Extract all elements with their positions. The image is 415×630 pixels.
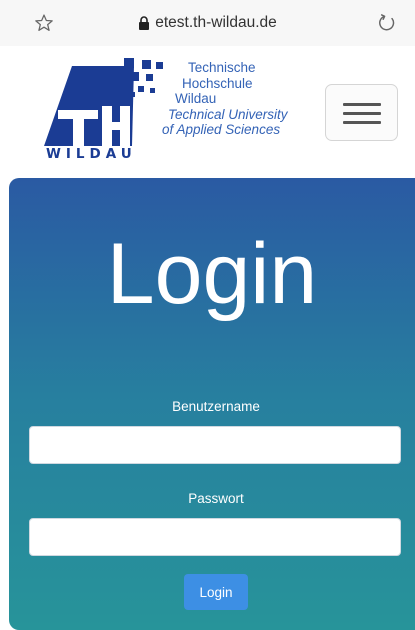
- login-button[interactable]: Login: [184, 574, 248, 610]
- logo-text: Technische Hochschule Wildau Technical U…: [162, 60, 322, 138]
- reload-icon[interactable]: [376, 12, 398, 34]
- menu-toggle-button[interactable]: [325, 84, 398, 141]
- site-header: WILDAU Technische Hochschule Wildau Tech…: [0, 46, 415, 178]
- username-field[interactable]: [29, 426, 401, 464]
- hamburger-icon-bar: [343, 112, 381, 115]
- username-label: Benutzername: [172, 399, 260, 414]
- logo-line: of Applied Sciences: [162, 122, 281, 137]
- logo-wordmark: WILDAU: [46, 146, 137, 162]
- browser-address-bar: etest.th-wildau.de: [0, 0, 415, 46]
- password-label: Passwort: [188, 491, 244, 506]
- lock-icon: [139, 16, 150, 30]
- url-field[interactable]: etest.th-wildau.de: [0, 13, 415, 33]
- password-field[interactable]: [29, 518, 401, 556]
- login-card: Login Benutzername Passwort Login: [9, 178, 415, 630]
- hamburger-icon-bar: [343, 121, 381, 124]
- logo-line: Technical University: [168, 106, 288, 122]
- page-title: Login: [106, 226, 318, 322]
- url-text: etest.th-wildau.de: [155, 14, 277, 31]
- logo-line: Wildau: [175, 91, 217, 106]
- hamburger-icon: [343, 103, 381, 106]
- logo-line: Hochschule: [182, 75, 253, 91]
- logo-line: Technische: [188, 60, 256, 75]
